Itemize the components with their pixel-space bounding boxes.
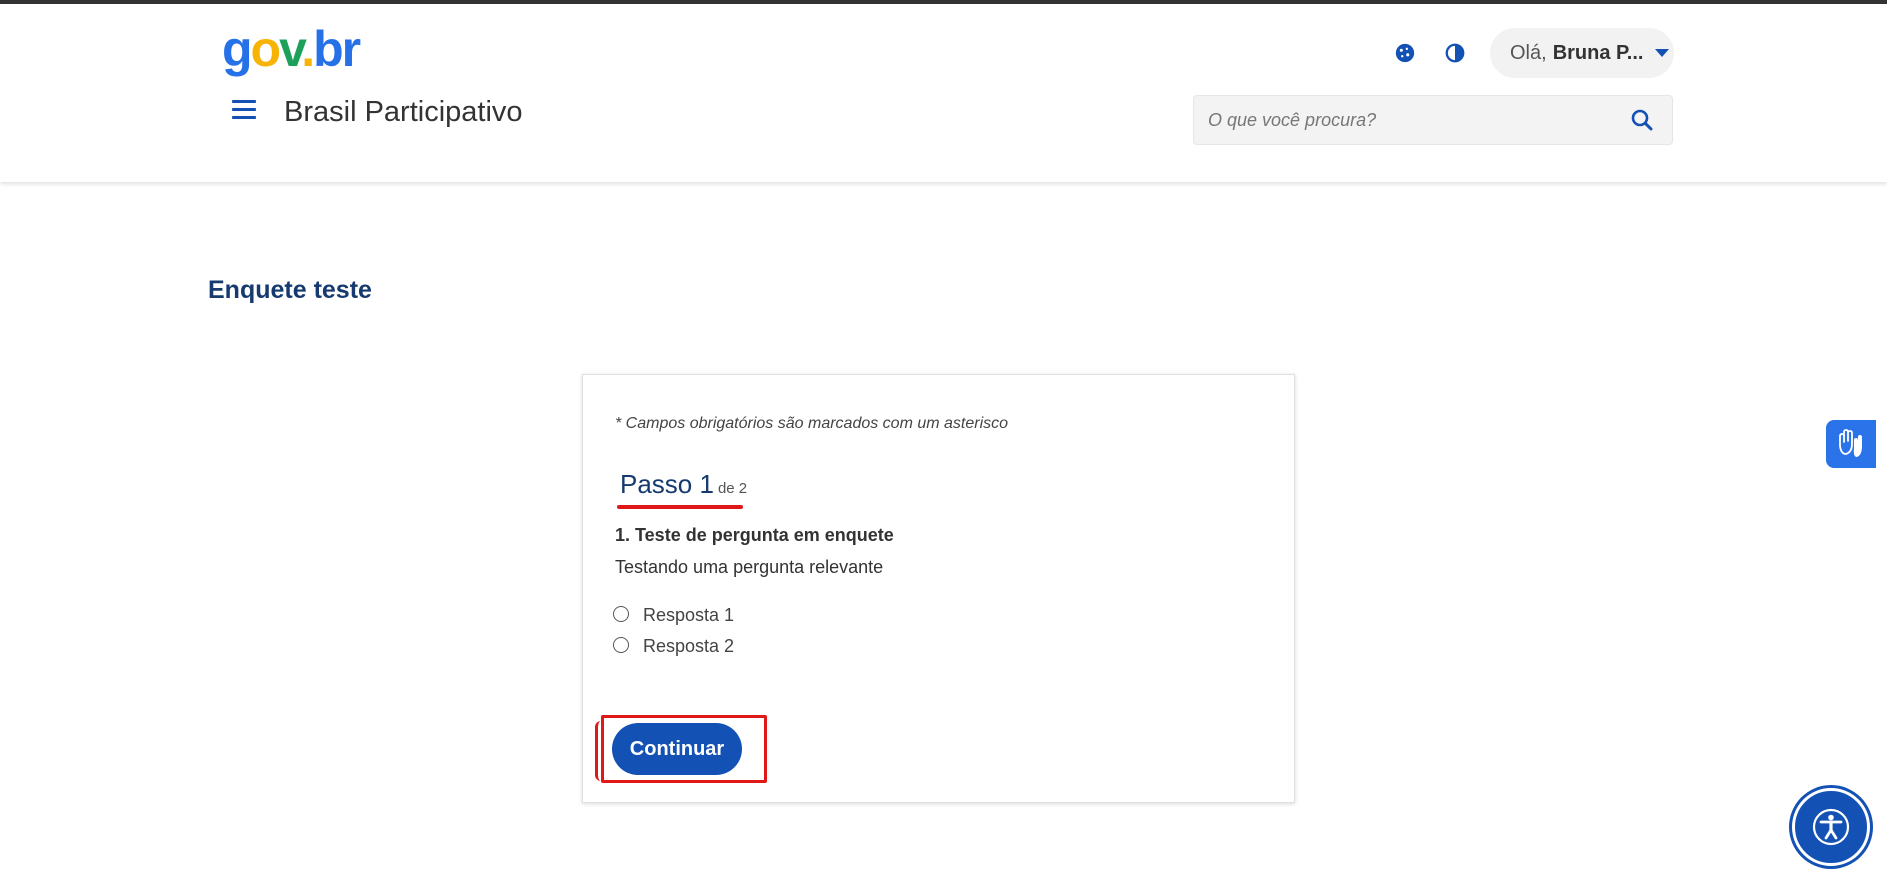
question-title: 1. Teste de pergunta em enquete (615, 525, 894, 545)
radio-button[interactable] (613, 636, 629, 653)
caret-down-icon (1655, 49, 1670, 57)
page-title: Enquete teste (208, 276, 372, 304)
user-greeting: Olá, (1510, 41, 1547, 64)
hamburger-icon[interactable] (232, 100, 256, 122)
site-header: gov.br Brasil Participativo Olá, Bruna P… (0, 4, 1887, 182)
user-name: Bruna P... (1552, 41, 1644, 64)
gov-br-logo[interactable]: gov.br (222, 24, 361, 74)
continue-button[interactable]: Continuar (612, 723, 742, 775)
answer-option-label: Resposta 2 (643, 636, 735, 656)
sign-language-hands-icon[interactable] (1826, 420, 1876, 468)
radio-button[interactable] (613, 605, 629, 622)
cookie-icon[interactable] (1390, 38, 1420, 68)
answer-option-label: Resposta 1 (643, 605, 735, 625)
search-icon[interactable] (1630, 108, 1656, 134)
user-menu-button[interactable]: Olá, Bruna P... (1490, 28, 1674, 78)
search-input[interactable] (1208, 96, 1608, 144)
step-total: de 2 (717, 480, 748, 497)
accessibility-person-icon[interactable] (1792, 788, 1870, 866)
step-indicator: Passo 1 de 2 (620, 469, 747, 500)
answer-option-2[interactable]: Resposta 2 (613, 636, 734, 657)
annotation-underline (617, 505, 743, 509)
answer-option-1[interactable]: Resposta 1 (613, 605, 734, 626)
question-description: Testando uma pergunta relevante (615, 557, 884, 577)
step-current: Passo 1 (620, 469, 714, 499)
poll-form-card: * Campos obrigatórios são marcados com u… (582, 374, 1295, 803)
site-title[interactable]: Brasil Participativo (284, 96, 523, 129)
search-box (1193, 95, 1673, 145)
required-fields-note: * Campos obrigatórios são marcados com u… (615, 415, 1009, 432)
contrast-icon[interactable] (1440, 38, 1470, 68)
